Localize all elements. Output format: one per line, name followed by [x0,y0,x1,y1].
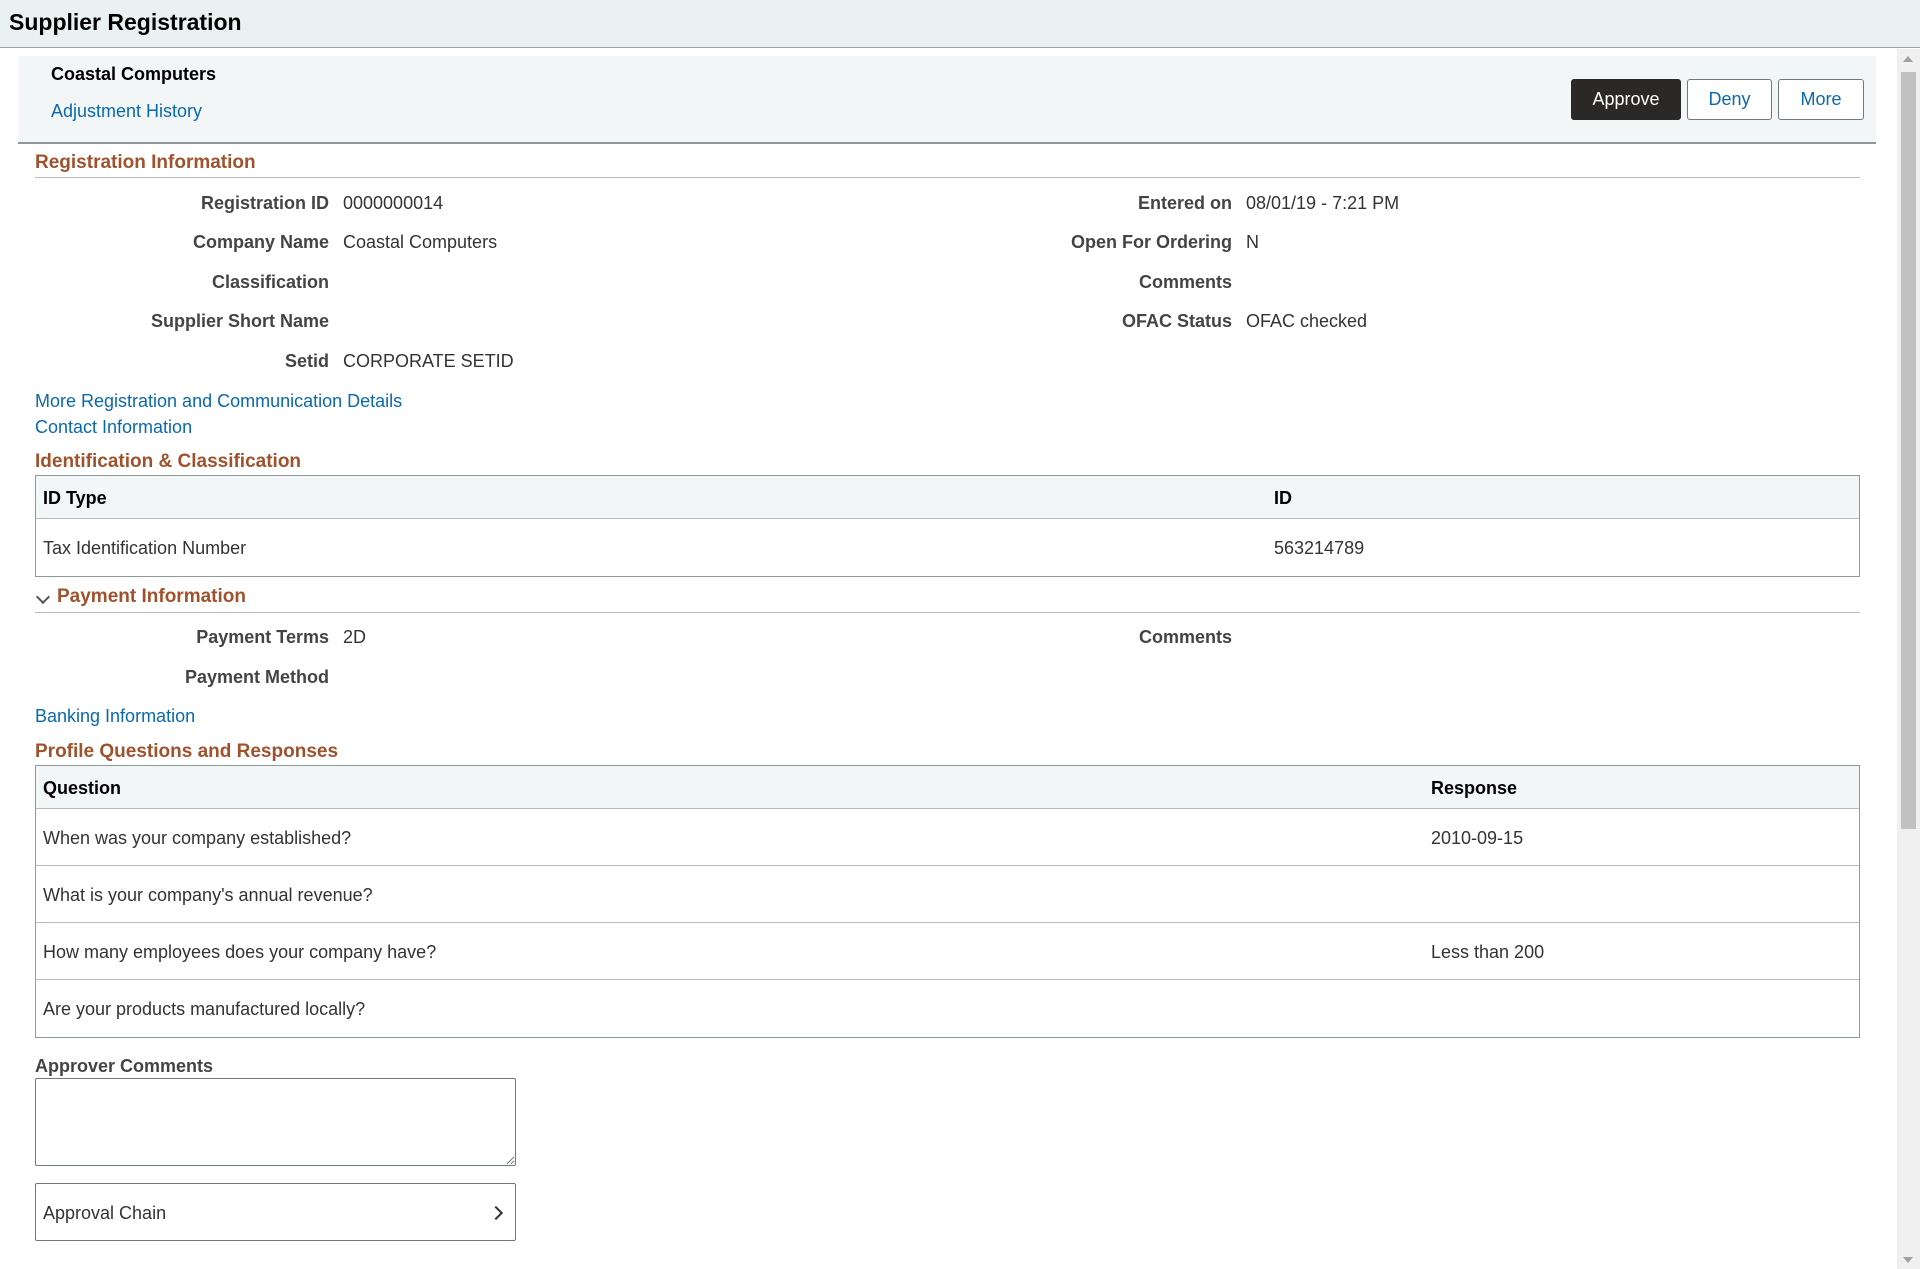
profile-grid: Question Response When was your company … [35,765,1860,1038]
table-row: What is your company's annual revenue? [36,866,1859,923]
column-header-id-type: ID Type [43,488,107,508]
column-header-id: ID [1274,488,1292,508]
chevron-right-icon [488,1205,504,1221]
identification-grid: ID Type ID Tax Identification Number 563… [35,475,1860,577]
payment-method-label: Payment Method [184,667,329,687]
entered-on-value: 08/01/19 - 7:21 PM [1246,193,1400,213]
approval-chain-button[interactable]: Approval Chain [35,1183,516,1241]
approver-comments-label: Approver Comments [35,1056,214,1076]
response-cell: 2010-09-15 [1431,828,1524,848]
grid-header: ID Type ID [36,476,1859,519]
company-name-value: Coastal Computers [343,232,498,252]
table-row: When was your company established? 2010-… [36,809,1859,866]
question-cell: Are your products manufactured locally? [43,999,366,1019]
registration-id-label: Registration ID [200,193,329,213]
section-divider [35,612,1860,613]
open-for-ordering-value: N [1246,232,1259,252]
payment-comments-label: Comments [1138,627,1232,647]
id-type-cell: Tax Identification Number [43,538,247,558]
supplier-short-name-label: Supplier Short Name [150,311,329,331]
setid-value: CORPORATE SETID [343,351,514,371]
approve-button[interactable]: Approve [1571,79,1681,120]
section-divider [35,177,1860,178]
payment-terms-label: Payment Terms [196,627,329,647]
registration-section-title: Registration Information [35,152,256,173]
registration-id-value: 0000000014 [343,193,444,213]
table-row: How many employees does your company hav… [36,923,1859,980]
identification-section-title: Identification & Classification [35,451,302,472]
approval-chain-label: Approval Chain [43,1203,167,1223]
deny-button[interactable]: Deny [1687,79,1772,120]
vertical-scrollbar[interactable] [1897,49,1920,1269]
ofac-status-value: OFAC checked [1246,311,1368,331]
page-header: Coastal Computers Adjustment History App… [18,56,1876,144]
question-cell: When was your company established? [43,828,352,848]
banking-information-link[interactable]: Banking Information [35,706,195,727]
more-button[interactable]: More [1778,79,1864,120]
more-registration-details-link[interactable]: More Registration and Communication Deta… [35,391,402,412]
scroll-down-icon[interactable] [1903,1257,1913,1263]
entered-on-label: Entered on [1137,193,1232,213]
column-header-question: Question [43,778,122,798]
page-title: Supplier Registration [9,9,242,35]
id-cell: 563214789 [1274,538,1365,558]
scroll-thumb[interactable] [1901,72,1916,829]
question-cell: How many employees does your company hav… [43,942,437,962]
ofac-status-label: OFAC Status [1121,311,1232,331]
setid-label: Setid [284,351,329,371]
classification-label: Classification [211,272,329,292]
payment-terms-value: 2D [343,627,367,647]
scroll-up-icon[interactable] [1903,56,1913,62]
question-cell: What is your company's annual revenue? [43,885,373,905]
contact-information-link[interactable]: Contact Information [35,417,192,438]
approver-comments-input[interactable] [35,1078,516,1166]
chevron-down-icon[interactable] [35,589,51,605]
open-for-ordering-label: Open For Ordering [1070,232,1232,252]
column-header-response: Response [1431,778,1518,798]
title-bar: Supplier Registration [0,0,1920,48]
table-row: Tax Identification Number 563214789 [36,519,1859,576]
company-name-label: Company Name [192,232,329,252]
table-row: Are your products manufactured locally? [36,980,1859,1037]
payment-section-title[interactable]: Payment Information [57,586,246,608]
adjustment-history-link[interactable]: Adjustment History [51,101,202,122]
grid-header: Question Response [36,766,1859,809]
response-cell: Less than 200 [1431,942,1545,962]
header-company-name: Coastal Computers [51,64,217,84]
profile-section-title: Profile Questions and Responses [35,741,339,762]
registration-comments-label: Comments [1138,272,1232,292]
